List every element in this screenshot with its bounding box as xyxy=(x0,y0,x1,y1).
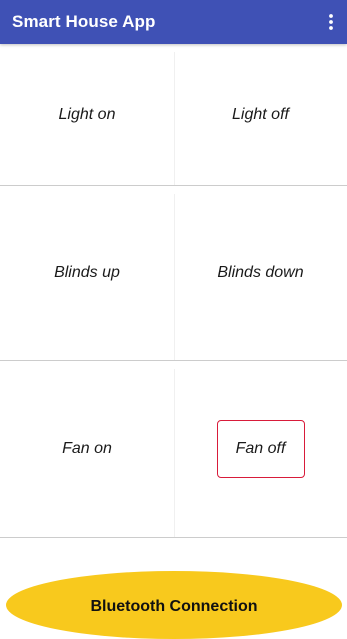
bluetooth-connection-button[interactable]: Bluetooth Connection xyxy=(6,571,342,639)
app-bar: Smart House App xyxy=(0,0,347,44)
light-off-button[interactable]: Light off xyxy=(174,44,347,185)
fan-on-button[interactable]: Fan on xyxy=(0,361,174,537)
light-on-button[interactable]: Light on xyxy=(0,44,174,185)
fan-off-button[interactable]: Fan off xyxy=(174,361,347,537)
blinds-up-label: Blinds up xyxy=(54,264,120,281)
blinds-up-button[interactable]: Blinds up xyxy=(0,186,174,360)
blinds-row: Blinds up Blinds down xyxy=(0,186,347,361)
blinds-down-button[interactable]: Blinds down xyxy=(174,186,347,360)
light-off-label: Light off xyxy=(232,105,289,123)
fan-row: Fan on Fan off xyxy=(0,361,347,538)
bluetooth-connection-label: Bluetooth Connection xyxy=(90,598,258,615)
fan-off-label: Fan off xyxy=(216,420,305,478)
more-vert-icon[interactable] xyxy=(325,12,337,32)
fan-on-label: Fan on xyxy=(62,440,112,457)
control-grid: Light on Light off Blinds up Blinds down… xyxy=(0,44,347,538)
smart-house-app: Smart House App Light on Light off Blind… xyxy=(0,0,347,639)
blinds-down-label: Blinds down xyxy=(217,264,304,281)
light-on-label: Light on xyxy=(58,105,116,123)
app-title: Smart House App xyxy=(12,12,156,31)
light-row: Light on Light off xyxy=(0,44,347,186)
